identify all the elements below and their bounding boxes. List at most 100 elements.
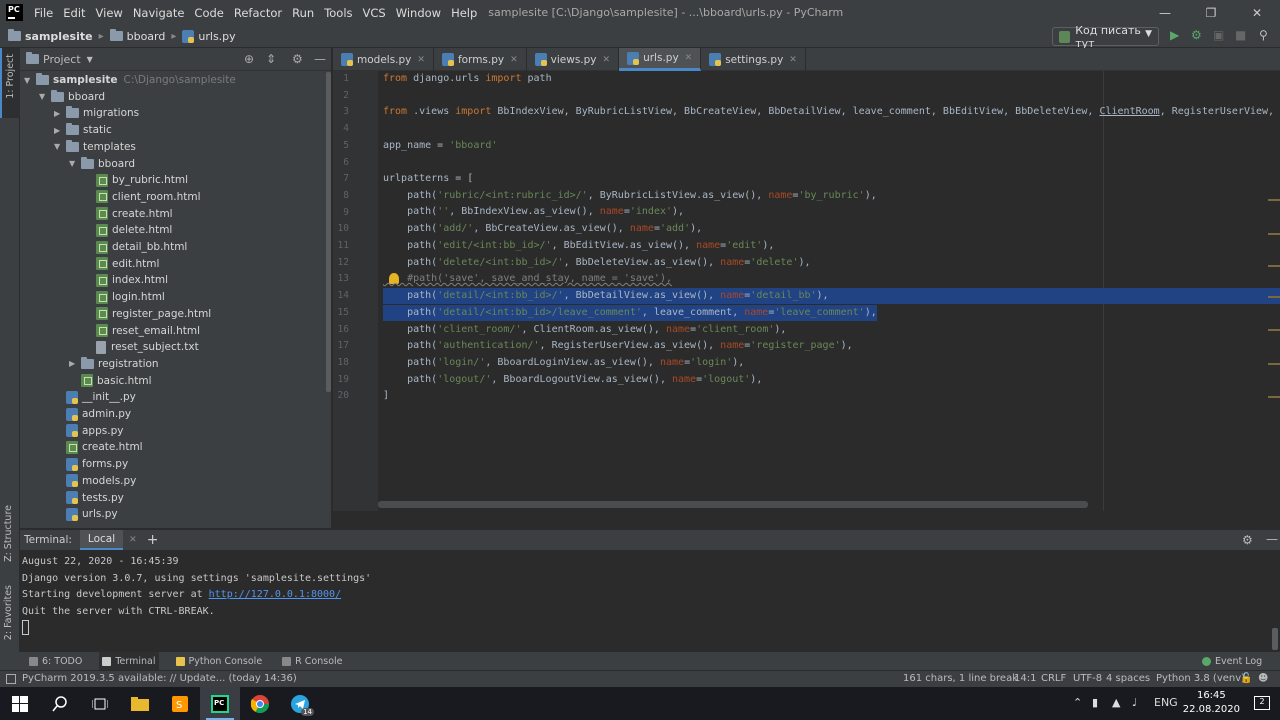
battery-icon[interactable]: ▮ [1092, 696, 1098, 709]
collapse-arrow-icon[interactable]: ▶ [54, 126, 66, 135]
tree-item[interactable]: ▼ bboard [39, 89, 105, 105]
chevron-up-icon[interactable]: ⌃ [1073, 696, 1082, 709]
close-tab-icon[interactable]: ✕ [789, 55, 797, 65]
minimize-icon[interactable]: — [1142, 0, 1188, 25]
tree-item[interactable]: create.html [54, 439, 143, 455]
warning-marker[interactable] [1268, 396, 1280, 398]
menu-vcs[interactable]: VCS [358, 6, 391, 20]
gear-icon[interactable]: ⚙ [1242, 533, 1253, 547]
gear-icon[interactable]: ⚙ [292, 52, 303, 66]
search-icon[interactable]: ⚲ [1259, 28, 1268, 42]
coverage-icon[interactable]: ▣ [1213, 28, 1224, 42]
tree-item[interactable]: models.py [54, 473, 136, 489]
project-panel-title[interactable]: Project [43, 53, 81, 66]
sublime-text-icon[interactable]: S [160, 687, 200, 720]
tree-item[interactable]: index.html [84, 272, 168, 288]
collapse-arrow-icon[interactable]: ▶ [69, 359, 81, 368]
indent-setting[interactable]: 4 spaces [1106, 673, 1150, 684]
tree-item[interactable]: apps.py [54, 423, 123, 439]
expand-arrow-icon[interactable]: ▼ [39, 92, 51, 101]
tree-item[interactable]: detail_bb.html [84, 239, 187, 255]
hide-icon[interactable]: — [314, 52, 326, 66]
close-icon[interactable]: ✕ [1234, 0, 1280, 25]
tree-item[interactable]: register_page.html [84, 306, 211, 322]
expand-arrow-icon[interactable]: ▼ [54, 142, 66, 151]
warning-marker[interactable] [1268, 363, 1280, 365]
breadcrumb-project[interactable]: samplesite [8, 29, 93, 43]
tool-button-event-log[interactable]: Event Log [1199, 652, 1265, 670]
breadcrumb-bboard[interactable]: bboard [109, 29, 165, 43]
expand-arrow-icon[interactable]: ▼ [24, 76, 36, 85]
breadcrumb-file[interactable]: urls.py [182, 29, 236, 43]
tree-item[interactable]: urls.py [54, 506, 118, 522]
menu-navigate[interactable]: Navigate [128, 6, 190, 20]
close-tab-icon[interactable]: ✕ [685, 53, 693, 63]
warning-marker[interactable] [1268, 329, 1280, 331]
notification-center-icon[interactable]: 2 [1254, 696, 1270, 710]
tree-item[interactable]: forms.py [54, 456, 128, 472]
language-indicator[interactable]: ENG [1154, 696, 1178, 709]
code-editor[interactable]: 1 2 3 4 5 6 7 8 9 10 11 12 13 14 15 16 17 18 19 20 from dja… [333, 71, 1280, 511]
close-tab-icon[interactable]: ✕ [129, 535, 137, 545]
tree-item[interactable]: ▼ samplesite C:\Django\samplesite [24, 72, 236, 88]
tree-item[interactable]: tests.py [54, 490, 124, 506]
warning-marker[interactable] [1268, 233, 1280, 235]
tree-item[interactable]: by_rubric.html [84, 172, 188, 188]
tree-item[interactable]: client_room.html [84, 189, 201, 205]
close-tab-icon[interactable]: ✕ [417, 55, 425, 65]
menu-file[interactable]: File [29, 6, 58, 20]
hide-icon[interactable]: — [1266, 532, 1278, 546]
new-terminal-button[interactable]: + [147, 532, 159, 548]
tab-settings[interactable]: settings.py ✕ [701, 48, 806, 71]
search-icon[interactable] [40, 687, 80, 720]
lock-icon[interactable]: 🔓 [1240, 673, 1252, 684]
debug-icon[interactable]: ⚙ [1191, 28, 1202, 42]
tree-item[interactable]: reset_email.html [84, 323, 200, 339]
inspector-icon[interactable]: ☻ [1258, 673, 1268, 684]
tool-tab-structure[interactable]: Z: Structure [3, 505, 14, 562]
volume-icon[interactable]: ♩ [1132, 696, 1137, 709]
tab-views[interactable]: views.py ✕ [527, 48, 620, 71]
tool-tab-project[interactable]: 1: Project [0, 48, 20, 118]
tree-item[interactable]: ▼ templates [54, 139, 136, 155]
tree-item[interactable]: delete.html [84, 222, 172, 238]
line-separator[interactable]: CRLF [1041, 673, 1066, 684]
telegram-icon[interactable]: 14 [280, 687, 320, 720]
terminal-tab-local[interactable]: Local [79, 530, 124, 550]
tree-item[interactable]: ▶ static [54, 122, 112, 138]
menu-view[interactable]: View [91, 6, 128, 20]
tool-tab-favorites[interactable]: 2: Favorites [3, 585, 14, 640]
menu-refactor[interactable]: Refactor [229, 6, 287, 20]
tool-button-r-console[interactable]: R Console [279, 652, 345, 670]
tree-item[interactable]: ▼ bboard [69, 156, 135, 172]
tab-urls[interactable]: urls.py ✕ [619, 48, 702, 71]
tree-item[interactable]: __init__.py [54, 389, 136, 405]
tree-scrollbar[interactable] [326, 72, 331, 392]
python-interpreter[interactable]: Python 3.8 (venv) [1156, 673, 1245, 684]
file-encoding[interactable]: UTF-8 [1073, 673, 1102, 684]
chrome-icon[interactable] [240, 687, 280, 720]
tree-item[interactable]: edit.html [84, 256, 159, 272]
tree-item[interactable]: basic.html [69, 373, 152, 389]
pycharm-taskbar-icon[interactable]: PC [200, 687, 240, 720]
collapse-all-icon[interactable]: ⇕ [266, 52, 276, 66]
wifi-icon[interactable]: ▲ [1112, 696, 1120, 709]
menu-run[interactable]: Run [287, 6, 319, 20]
tool-button-terminal[interactable]: Terminal [99, 652, 159, 670]
menu-help[interactable]: Help [446, 6, 482, 20]
server-url-link[interactable]: http://127.0.0.1:8000/ [209, 589, 341, 600]
expand-arrow-icon[interactable]: ▼ [69, 159, 81, 168]
terminal-scrollbar[interactable] [1272, 628, 1278, 650]
menu-tools[interactable]: Tools [319, 6, 357, 20]
tool-button-todo[interactable]: 6: TODO [26, 652, 85, 670]
run-configuration-select[interactable]: Код писать тут ▼ [1052, 24, 1159, 50]
warning-marker[interactable] [1268, 265, 1280, 267]
terminal-cursor[interactable] [22, 620, 29, 635]
close-tab-icon[interactable]: ✕ [510, 55, 518, 65]
restore-icon[interactable]: ❐ [1188, 0, 1234, 25]
tool-button-python-console[interactable]: Python Console [173, 652, 266, 670]
menu-edit[interactable]: Edit [58, 6, 90, 20]
tree-item[interactable]: create.html [84, 206, 173, 222]
collapse-arrow-icon[interactable]: ▶ [54, 109, 66, 118]
run-icon[interactable]: ▶ [1170, 28, 1179, 42]
